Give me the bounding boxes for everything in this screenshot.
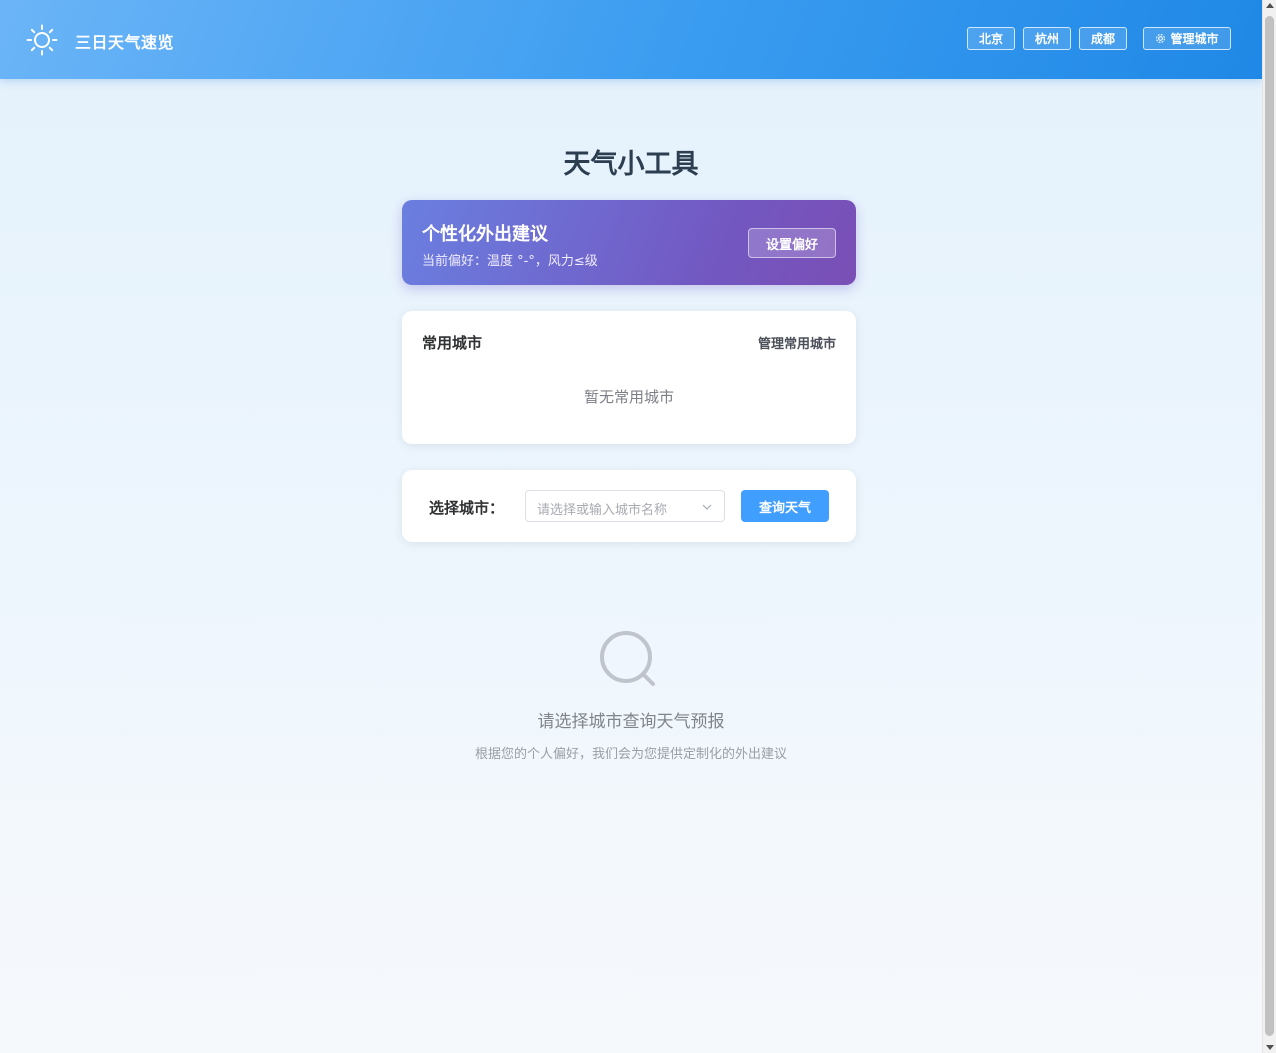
top-header: 三日天气速览 北京 杭州 成都 管理城市 — [0, 0, 1262, 79]
quick-city-chengdu[interactable]: 成都 — [1079, 27, 1127, 50]
advice-preference-text: 当前偏好：温度 °-°，风力≤级 — [422, 254, 598, 269]
quick-city-hangzhou[interactable]: 杭州 — [1023, 27, 1071, 50]
quick-city-beijing[interactable]: 北京 — [967, 27, 1015, 50]
favorite-cities-empty-text: 暂无常用城市 — [583, 388, 674, 406]
empty-state-subtitle: 根据您的个人偏好，我们会为您提供定制化的外出建议 — [474, 747, 787, 762]
city-select-input[interactable]: 请选择或输入城市名称 — [525, 490, 725, 522]
manage-favorite-cities-link[interactable]: 管理常用城市 — [758, 333, 836, 352]
search-icon — [600, 631, 655, 686]
app-root: 三日天气速览 北京 杭州 成都 管理城市 天气小工具 个性化外出建议 当前偏好：… — [0, 0, 1262, 1053]
manage-cities-label: 管理城市 — [1170, 32, 1219, 46]
scrollbar-thumb[interactable] — [1265, 16, 1274, 1036]
page-title: 天气小工具 — [563, 149, 699, 180]
scroll-down-arrow-icon[interactable] — [1266, 1045, 1274, 1050]
app-title: 三日天气速览 — [75, 33, 175, 52]
advice-title: 个性化外出建议 — [422, 224, 548, 245]
gear-icon — [1156, 34, 1166, 43]
favorite-cities-title: 常用城市 — [422, 334, 483, 352]
empty-state-title: 请选择城市查询天气预报 — [537, 712, 725, 732]
manage-cities-button[interactable]: 管理城市 — [1143, 27, 1231, 50]
scroll-up-arrow-icon[interactable] — [1266, 3, 1274, 8]
page-scrollbar[interactable] — [1262, 0, 1276, 1053]
city-search-card: 选择城市： 请选择或输入城市名称 查询天气 — [402, 470, 856, 542]
favorite-cities-card: 常用城市 管理常用城市 暂无常用城市 — [402, 311, 856, 444]
set-preference-button[interactable]: 设置偏好 — [748, 228, 836, 258]
city-select-placeholder: 请选择或输入城市名称 — [537, 503, 668, 518]
city-select-label: 选择城市： — [429, 499, 505, 517]
advice-card: 个性化外出建议 当前偏好：温度 °-°，风力≤级 设置偏好 — [402, 200, 856, 285]
query-weather-button[interactable]: 查询天气 — [741, 490, 829, 522]
chevron-down-icon — [702, 504, 712, 510]
sun-icon — [26, 24, 58, 56]
